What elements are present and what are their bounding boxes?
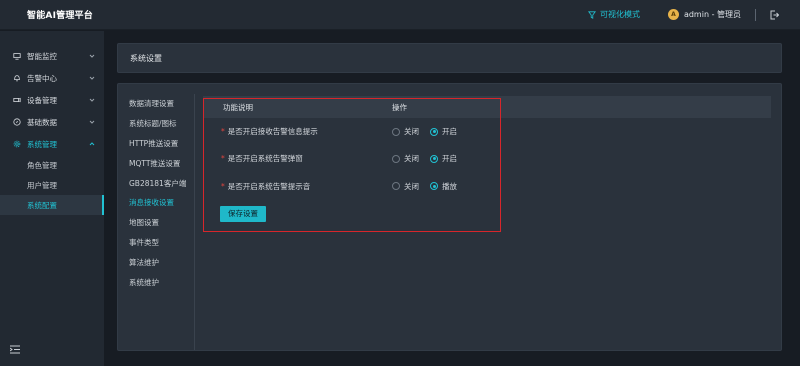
sidebar-item-device-management[interactable]: 设备管理 <box>0 89 104 111</box>
settings-nav-algorithm-maintenance[interactable]: 算法维护 <box>118 252 194 272</box>
settings-nav-map[interactable]: 地图设置 <box>118 213 194 233</box>
radio-circle <box>392 127 400 136</box>
radio-on[interactable]: 播放 <box>430 181 457 192</box>
avatar: A <box>667 9 679 20</box>
sidebar-item-label: 设备管理 <box>27 95 57 105</box>
visual-mode-label: 可视化模式 <box>599 10 640 19</box>
user-name: admin - 管理员 <box>683 10 741 19</box>
settings-panel: 数据清理设置 系统标题/图标 HTTP推送设置 MQTT推送设置 GB28181… <box>117 83 782 351</box>
save-settings-button[interactable]: 保存设置 <box>220 205 266 222</box>
settings-nav-message-receive[interactable]: 消息接收设置 <box>118 193 194 213</box>
radio-circle <box>430 182 438 191</box>
chevron-down-icon <box>89 97 95 103</box>
settings-nav-data-cleanup[interactable]: 数据清理设置 <box>118 94 194 114</box>
radio-group: 关闭 开启 <box>392 126 468 137</box>
radio-label: 关闭 <box>404 181 419 191</box>
required-mark: * <box>221 154 225 164</box>
radio-label: 开启 <box>442 154 457 164</box>
row-description: * 是否开启接收告警信息提示 <box>203 126 392 137</box>
sidebar-subitem-user-management[interactable]: 用户管理 <box>0 175 104 195</box>
top-bar-actions: 可视化模式 A admin - 管理员 <box>587 0 800 29</box>
row-description-text: 是否开启系统告警提示音 <box>227 181 311 191</box>
table-header: 功能说明 操作 <box>203 96 771 118</box>
chevron-down-icon <box>89 119 95 125</box>
radio-on[interactable]: 开启 <box>430 153 457 164</box>
radio-off[interactable]: 关闭 <box>392 126 419 137</box>
radio-circle <box>430 127 438 136</box>
sidebar-item-label: 告警中心 <box>27 73 57 83</box>
radio-label: 播放 <box>442 181 457 191</box>
app-title: 智能AI管理平台 <box>27 11 93 21</box>
settings-content: 功能说明 操作 * 是否开启接收告警信息提示 关闭 开启 * 是否开启系统告警弹窗 … <box>203 96 771 222</box>
compass-icon <box>12 118 21 127</box>
menu-fold-icon <box>9 345 20 354</box>
row-description: * 是否开启系统告警提示音 <box>203 181 392 192</box>
logout-button[interactable] <box>768 9 780 21</box>
header-divider <box>755 8 756 21</box>
table-row: * 是否开启系统告警弹窗 关闭 开启 <box>203 145 771 172</box>
page-header: 系统设置 <box>117 43 782 73</box>
page-title: 系统设置 <box>130 53 162 63</box>
table-row: * 是否开启系统告警提示音 关闭 播放 <box>203 173 771 200</box>
radio-circle <box>392 182 400 191</box>
filter-icon <box>587 10 596 19</box>
sidebar-item-alarm-center[interactable]: 告警中心 <box>0 67 104 89</box>
gear-icon <box>12 140 21 149</box>
table-row: * 是否开启接收告警信息提示 关闭 开启 <box>203 118 771 145</box>
user-menu[interactable]: A admin - 管理员 <box>667 9 741 20</box>
sidebar-item-label: 智能监控 <box>27 51 57 61</box>
row-description-text: 是否开启系统告警弹窗 <box>227 154 303 164</box>
radio-off[interactable]: 关闭 <box>392 153 419 164</box>
camera-icon <box>12 96 21 105</box>
radio-circle <box>430 154 438 163</box>
row-description-text: 是否开启接收告警信息提示 <box>227 127 318 137</box>
sidebar-item-smart-monitor[interactable]: 智能监控 <box>0 45 104 67</box>
settings-nav-gb28181-client[interactable]: GB28181客户端 <box>118 173 194 193</box>
sidebar: 智能监控 告警中心 设备管理 基础数据 系统管理 角色管理 用户管理 系统配置 <box>0 31 104 366</box>
radio-label: 关闭 <box>404 154 419 164</box>
radio-label: 开启 <box>442 127 457 137</box>
settings-nav-system-maintenance[interactable]: 系统维护 <box>118 272 194 292</box>
radio-group: 关闭 开启 <box>392 153 468 164</box>
required-mark: * <box>221 181 225 191</box>
sidebar-item-system-management[interactable]: 系统管理 <box>0 133 104 155</box>
bell-icon <box>12 74 21 83</box>
sidebar-item-label: 基础数据 <box>27 117 57 127</box>
radio-off[interactable]: 关闭 <box>392 181 419 192</box>
settings-nav-mqtt-push[interactable]: MQTT推送设置 <box>118 153 194 173</box>
radio-label: 关闭 <box>404 127 419 137</box>
radio-on[interactable]: 开启 <box>430 126 457 137</box>
settings-nav-event-types[interactable]: 事件类型 <box>118 233 194 253</box>
radio-group: 关闭 播放 <box>392 181 468 192</box>
sidebar-item-label: 系统管理 <box>27 139 57 149</box>
required-mark: * <box>221 127 225 137</box>
top-bar: 智能AI管理平台 可视化模式 A admin - 管理员 <box>0 0 800 30</box>
sidebar-item-basic-data[interactable]: 基础数据 <box>0 111 104 133</box>
chevron-down-icon <box>89 53 95 59</box>
settings-nav-http-push[interactable]: HTTP推送设置 <box>118 134 194 154</box>
chevron-up-icon <box>89 141 95 147</box>
column-header-op: 操作 <box>392 102 407 112</box>
column-header-desc: 功能说明 <box>223 102 253 112</box>
sidebar-subitem-system-config[interactable]: 系统配置 <box>0 195 104 215</box>
radio-circle <box>392 154 400 163</box>
logout-icon <box>770 10 779 19</box>
monitor-icon <box>12 52 21 61</box>
collapse-sidebar-button[interactable] <box>9 345 20 354</box>
row-description: * 是否开启系统告警弹窗 <box>203 153 392 164</box>
visual-mode-button[interactable]: 可视化模式 <box>587 9 640 20</box>
chevron-down-icon <box>89 75 95 81</box>
settings-nav-title-icon[interactable]: 系统标题/图标 <box>118 114 194 134</box>
sidebar-subitem-role-management[interactable]: 角色管理 <box>0 155 104 175</box>
settings-nav: 数据清理设置 系统标题/图标 HTTP推送设置 MQTT推送设置 GB28181… <box>118 94 195 350</box>
